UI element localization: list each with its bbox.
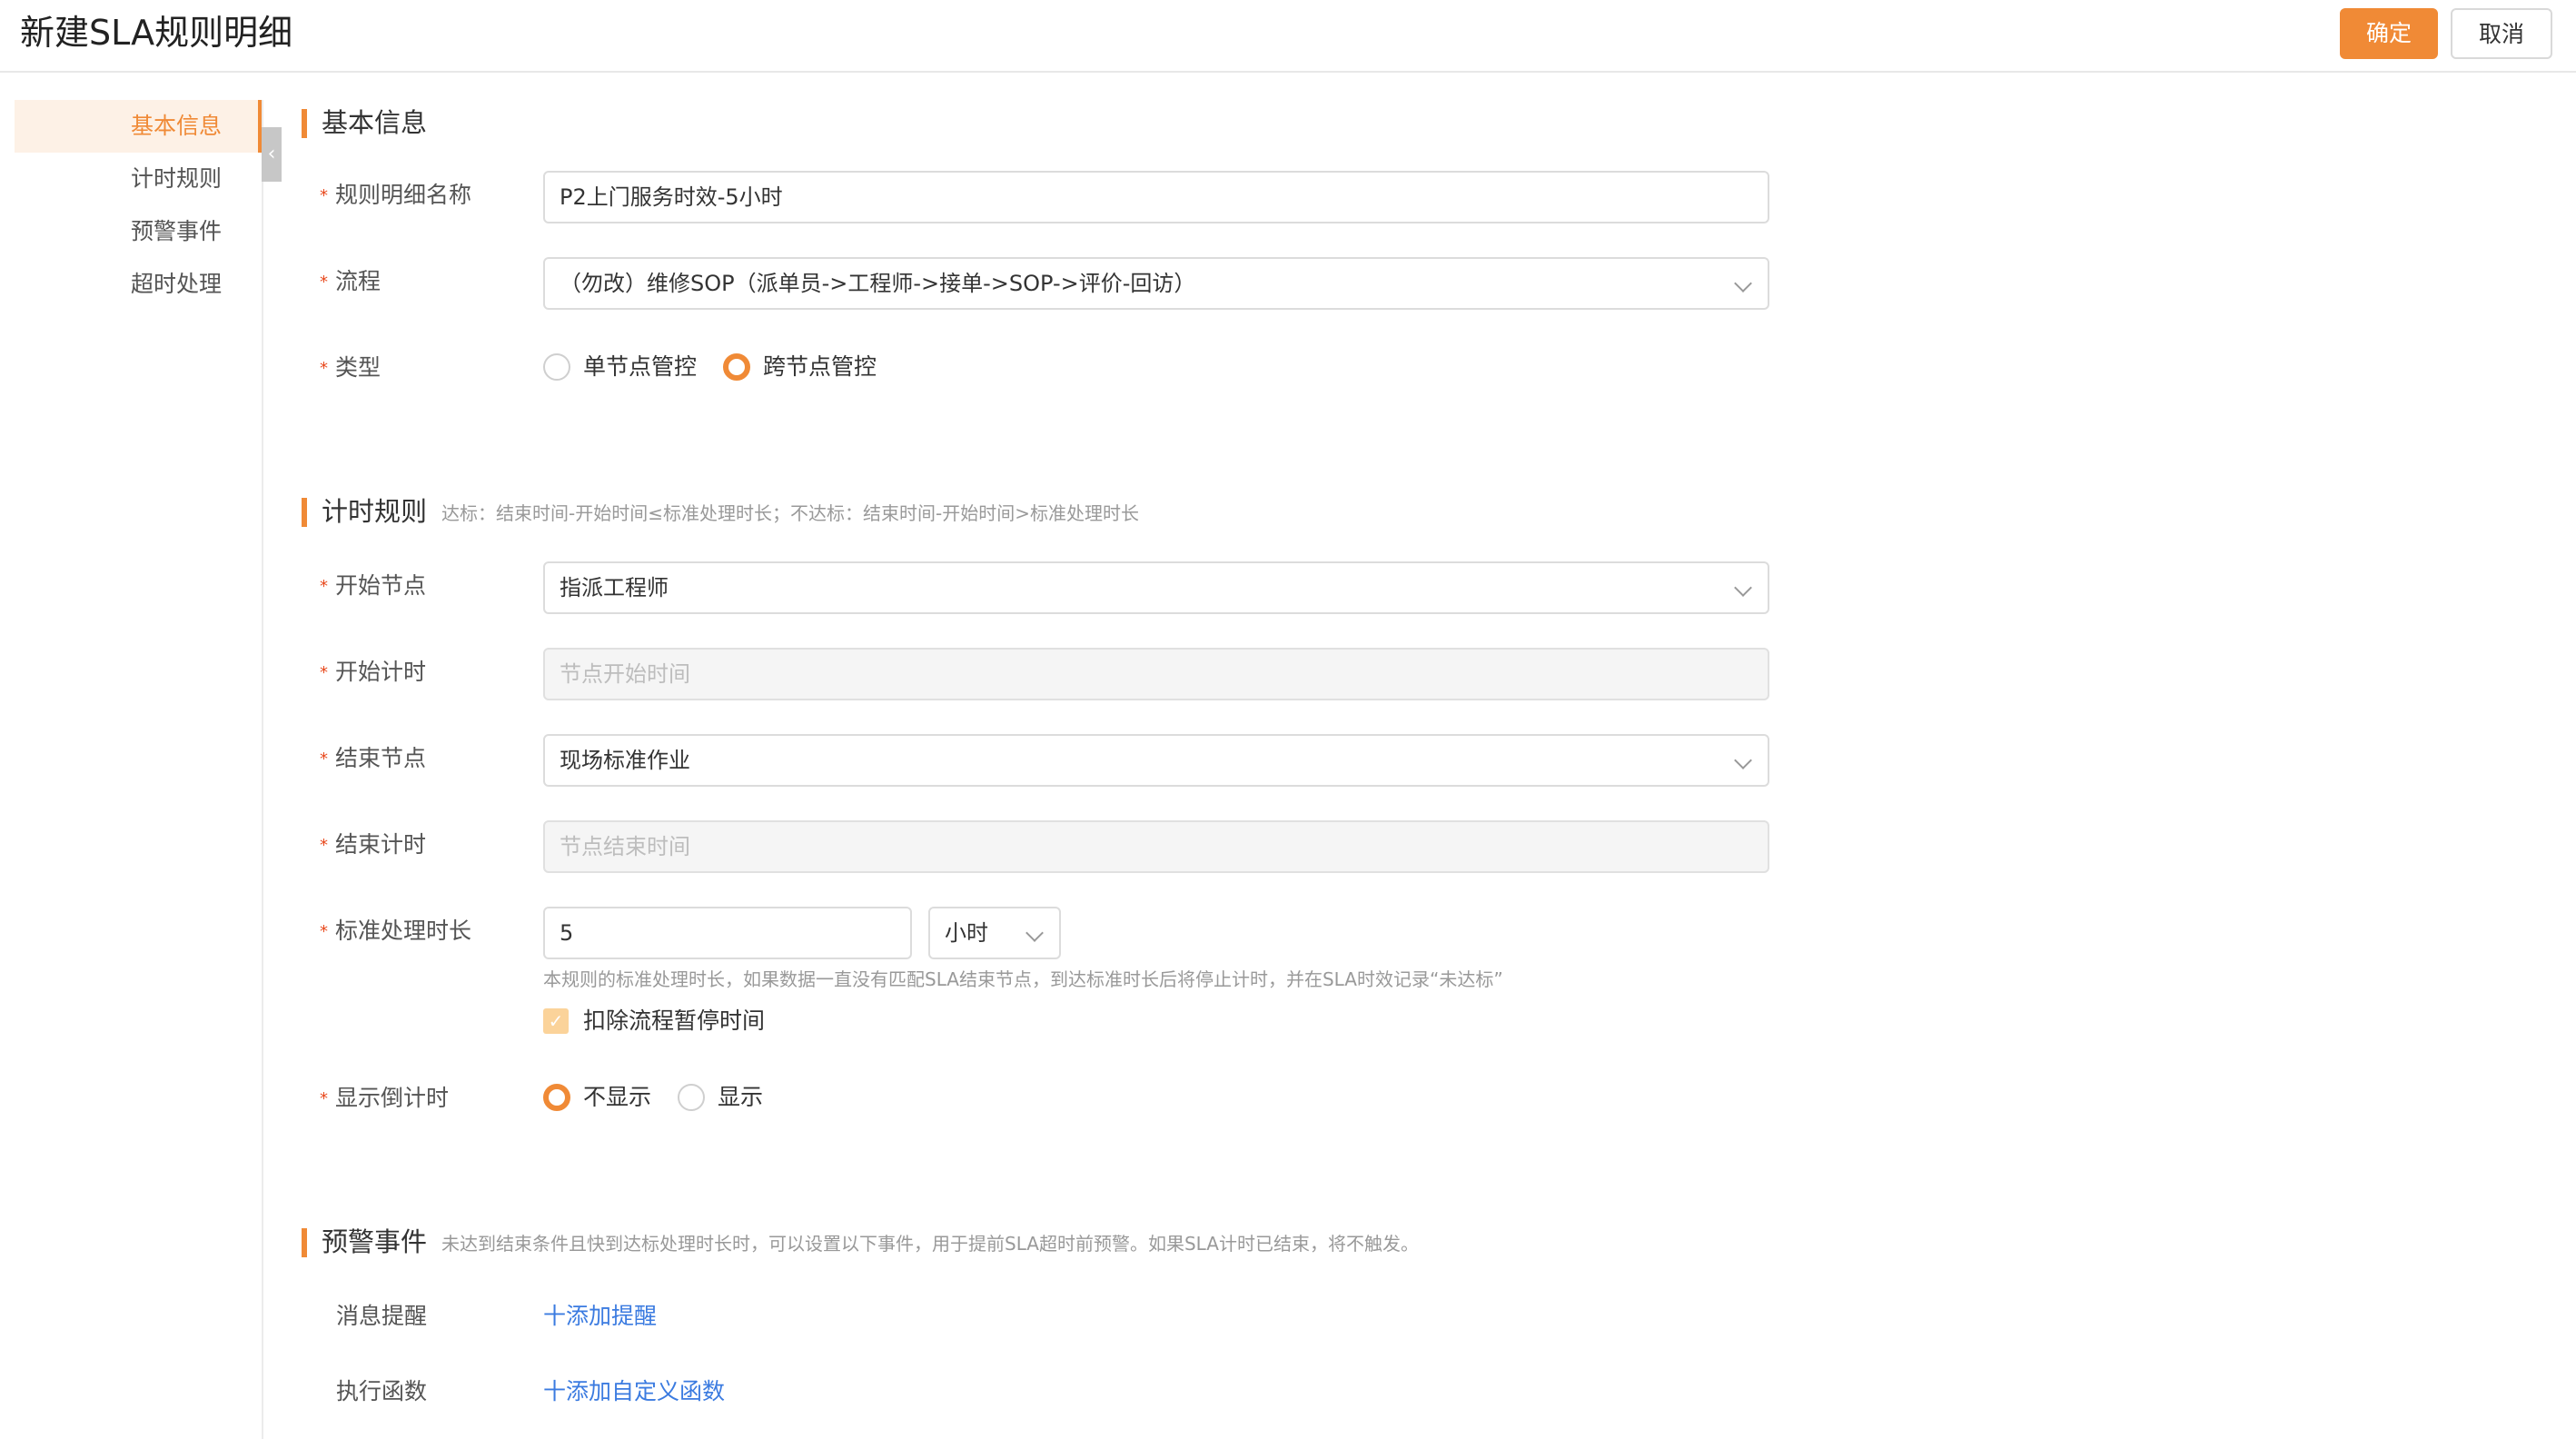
- chevron-down-icon: [1025, 924, 1044, 942]
- end-node-select[interactable]: 现场标准作业: [543, 734, 1769, 787]
- required-mark: *: [320, 186, 328, 205]
- duration-input[interactable]: 5: [543, 907, 912, 959]
- chevron-down-icon: [1734, 751, 1752, 769]
- countdown-option-hide[interactable]: 不显示: [583, 1082, 651, 1113]
- type-label: * 类型: [320, 354, 381, 381]
- section-marker: [302, 109, 307, 138]
- end-timing-input: 节点结束时间: [543, 820, 1769, 873]
- start-timing-input: 节点开始时间: [543, 648, 1769, 700]
- countdown-label: * 显示倒计时: [320, 1085, 450, 1111]
- sidebar-item-warning-events[interactable]: 预警事件: [15, 205, 260, 258]
- rule-name-input[interactable]: P2上门服务时效-5小时: [543, 171, 1769, 223]
- countdown-radio-show[interactable]: [678, 1084, 705, 1111]
- section-title-warning-events: 预警事件: [322, 1226, 428, 1257]
- required-mark: *: [320, 1089, 328, 1108]
- rule-name-label: * 规则明细名称: [320, 182, 472, 208]
- add-custom-function-link[interactable]: 十添加自定义函数: [543, 1376, 725, 1407]
- chevron-down-icon: [1734, 274, 1752, 293]
- required-mark: *: [320, 273, 328, 292]
- message-reminder-label: 消息提醒: [336, 1303, 428, 1329]
- warning-events-hint: 未达到结束条件且快到达标处理时长时，可以设置以下事件，用于提前SLA超时前预警。…: [441, 1233, 1419, 1255]
- start-node-select[interactable]: 指派工程师: [543, 561, 1769, 614]
- cancel-button[interactable]: 取消: [2451, 8, 2552, 59]
- duration-help-text: 本规则的标准处理时长，如果数据一直没有匹配SLA结束节点，到达标准时长后将停止计…: [543, 968, 1503, 990]
- start-node-label: * 开始节点: [320, 572, 427, 599]
- duration-unit-value: 小时: [945, 920, 988, 946]
- type-option-single-node[interactable]: 单节点管控: [583, 352, 697, 382]
- flow-label: * 流程: [320, 268, 381, 294]
- chevron-left-icon: ‹: [267, 143, 276, 165]
- confirm-button[interactable]: 确定: [2340, 8, 2438, 59]
- chevron-down-icon: [1734, 579, 1752, 597]
- timing-rules-hint: 达标：结束时间-开始时间≤标准处理时长；不达标：结束时间-开始时间>标准处理时长: [441, 502, 1139, 524]
- section-marker: [302, 1228, 307, 1257]
- check-icon: ✓: [548, 1010, 564, 1032]
- section-title-timing-rules: 计时规则: [322, 496, 428, 527]
- start-timing-label: * 开始计时: [320, 659, 427, 685]
- add-reminder-link[interactable]: 十添加提醒: [543, 1301, 657, 1332]
- required-mark: *: [320, 836, 328, 855]
- sidebar-item-timeout-handling[interactable]: 超时处理: [15, 258, 260, 311]
- countdown-option-show[interactable]: 显示: [718, 1082, 763, 1113]
- sidebar-divider: [262, 100, 263, 1439]
- type-option-cross-node[interactable]: 跨节点管控: [763, 352, 877, 382]
- required-mark: *: [320, 663, 328, 682]
- end-node-value: 现场标准作业: [560, 748, 690, 773]
- duration-label: * 标准处理时长: [320, 918, 472, 944]
- required-mark: *: [320, 922, 328, 941]
- page-header: 新建SLA规则明细 确定 取消: [0, 0, 2576, 73]
- type-radio-single-node[interactable]: [543, 353, 570, 381]
- required-mark: *: [320, 749, 328, 769]
- section-marker: [302, 498, 307, 527]
- type-radio-cross-node[interactable]: [723, 353, 750, 381]
- countdown-radio-hide[interactable]: [543, 1084, 570, 1111]
- end-timing-label: * 结束计时: [320, 831, 427, 858]
- start-node-value: 指派工程师: [560, 575, 669, 600]
- end-node-label: * 结束节点: [320, 745, 427, 771]
- section-title-basic-info: 基本信息: [322, 107, 428, 138]
- flow-select-value: （勿改）维修SOP（派单员->工程师->接单->SOP->评价-回访）: [560, 271, 1196, 296]
- required-mark: *: [320, 577, 328, 596]
- flow-select[interactable]: （勿改）维修SOP（派单员->工程师->接单->SOP->评价-回访）: [543, 257, 1769, 310]
- sidebar-item-timing-rules[interactable]: 计时规则: [15, 153, 260, 205]
- execute-function-label: 执行函数: [336, 1378, 428, 1404]
- exclude-pause-label[interactable]: 扣除流程暂停时间: [583, 1006, 765, 1037]
- sidebar-item-basic-info[interactable]: 基本信息: [15, 100, 260, 153]
- collapse-sidebar-button[interactable]: ‹: [262, 127, 282, 182]
- duration-unit-select[interactable]: 小时: [928, 907, 1061, 959]
- exclude-pause-checkbox[interactable]: ✓: [543, 1008, 569, 1034]
- required-mark: *: [320, 359, 328, 378]
- page-title: 新建SLA规则明细: [20, 13, 293, 53]
